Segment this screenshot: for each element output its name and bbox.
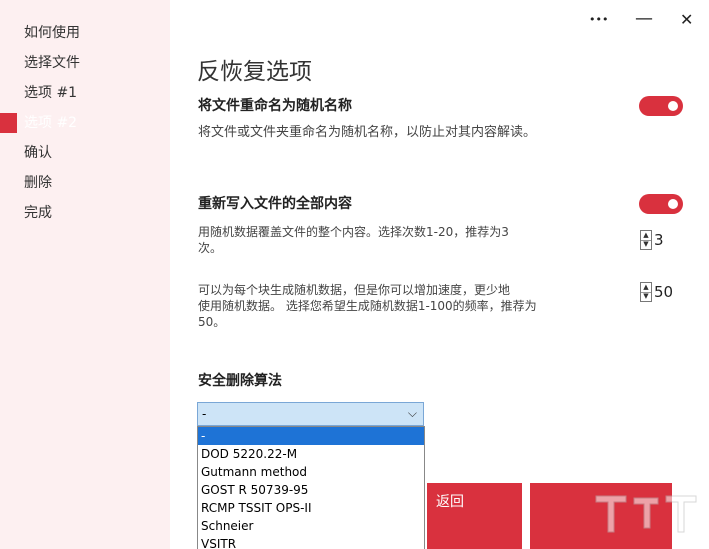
- algorithm-select[interactable]: - ⌵: [197, 402, 424, 426]
- dropdown-option[interactable]: Gutmann method: [198, 463, 424, 481]
- algorithm-dropdown-list: - DOD 5220.22-M Gutmann method GOST R 50…: [197, 426, 425, 549]
- stepper-down-icon[interactable]: ▼: [641, 292, 651, 301]
- sidebar-item-finish[interactable]: 完成: [24, 203, 52, 223]
- sidebar-item-delete[interactable]: 删除: [24, 173, 52, 193]
- dropdown-option[interactable]: GOST R 50739-95: [198, 481, 424, 499]
- rewrite-heading: 重新写入文件的全部内容: [198, 196, 352, 212]
- passes-description-line1: 用随机数据覆盖文件的整个内容。选择次数1-20，推荐为3: [198, 225, 509, 239]
- chevron-down-icon[interactable]: ⌵: [408, 406, 417, 421]
- page-title: 反恢复选项: [197, 59, 312, 85]
- sidebar-item-confirm[interactable]: 确认: [24, 143, 52, 163]
- algorithm-selected-value: -: [202, 407, 207, 421]
- toggle-knob: [668, 101, 678, 111]
- rewrite-toggle[interactable]: [639, 194, 683, 214]
- back-button-label: 返回: [436, 494, 464, 510]
- more-dots-icon[interactable]: •••: [589, 13, 608, 26]
- dropdown-option[interactable]: Schneier: [198, 517, 424, 535]
- frequency-description-line2: 使用随机数据。 选择您希望生成随机数据1-100的频率，推荐为: [198, 299, 537, 313]
- frequency-value[interactable]: 50: [654, 283, 673, 301]
- rename-heading: 将文件重命名为随机名称: [198, 98, 352, 114]
- frequency-description-line3: 50。: [198, 315, 226, 329]
- dropdown-option[interactable]: VSITR: [198, 535, 424, 549]
- rename-description: 将文件或文件夹重命名为随机名称，以防止对其内容解读。: [198, 125, 537, 140]
- toggle-knob: [668, 199, 678, 209]
- close-icon[interactable]: ✕: [680, 10, 693, 29]
- sidebar-item-options-1[interactable]: 选项 #1: [24, 83, 77, 103]
- algorithm-heading: 安全删除算法: [198, 373, 282, 389]
- rename-toggle[interactable]: [639, 96, 683, 116]
- frequency-stepper[interactable]: ▲ ▼: [640, 282, 652, 302]
- frequency-description-line1: 可以为每个块生成随机数据，但是你可以增加速度，更少地: [198, 283, 511, 297]
- minimize-button[interactable]: —: [635, 8, 653, 29]
- dropdown-option[interactable]: -: [198, 427, 424, 445]
- sidebar-item-options-2[interactable]: 选项 #2: [24, 113, 77, 133]
- watermark-logo: [595, 495, 697, 533]
- active-nav-marker: [0, 113, 17, 133]
- passes-value[interactable]: 3: [654, 231, 664, 249]
- dropdown-option[interactable]: RCMP TSSIT OPS-II: [198, 499, 424, 517]
- stepper-down-icon[interactable]: ▼: [641, 240, 651, 249]
- sidebar-item-select-files[interactable]: 选择文件: [24, 53, 80, 73]
- dropdown-option[interactable]: DOD 5220.22-M: [198, 445, 424, 463]
- sidebar: 如何使用 选择文件 选项 #1 选项 #2 确认 删除 完成: [0, 0, 170, 549]
- passes-stepper[interactable]: ▲ ▼: [640, 230, 652, 250]
- sidebar-item-how-to-use[interactable]: 如何使用: [24, 23, 80, 43]
- passes-description-line2: 次。: [198, 241, 223, 255]
